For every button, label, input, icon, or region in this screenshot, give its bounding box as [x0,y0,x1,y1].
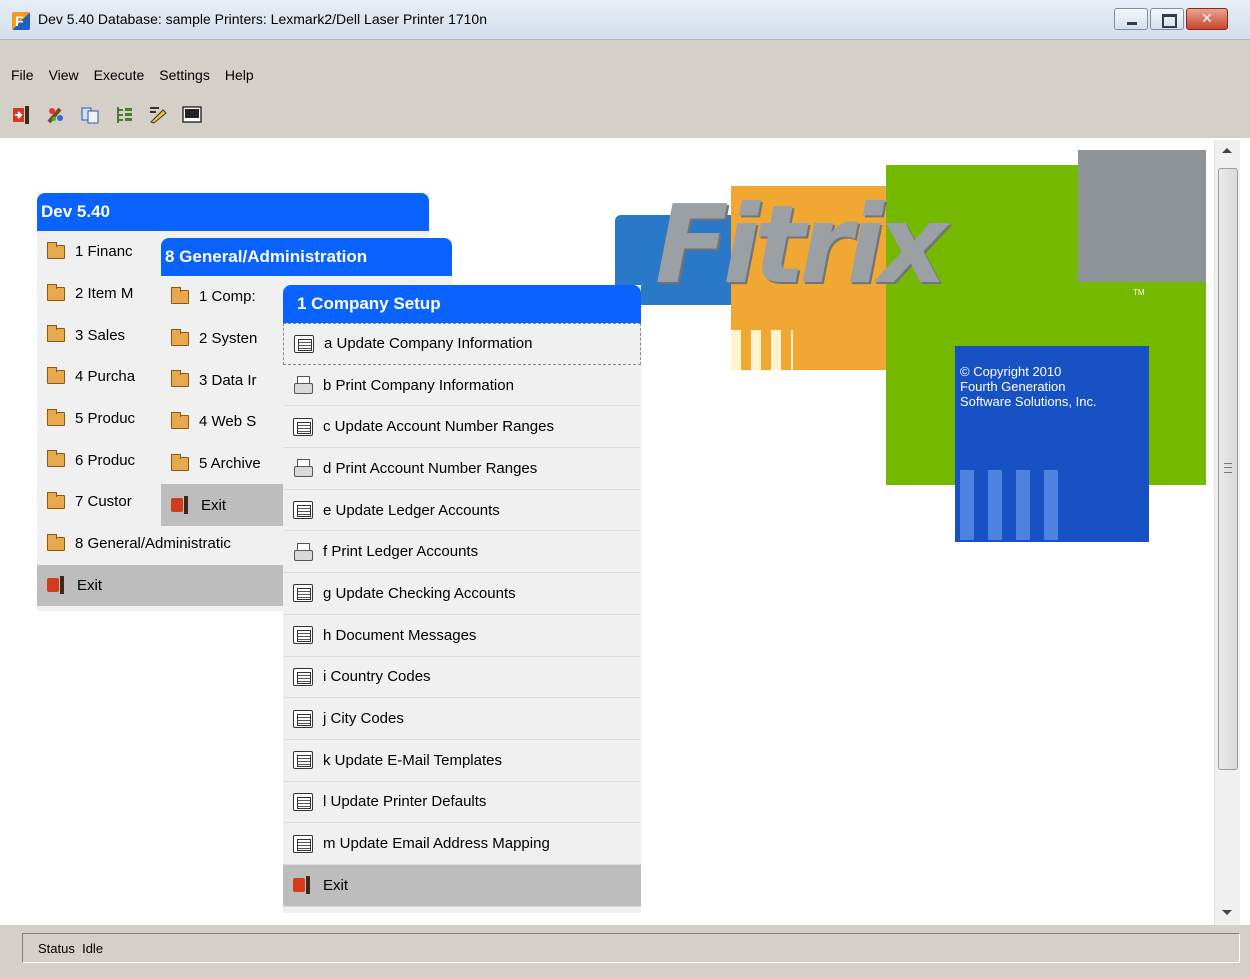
close-button[interactable] [1186,8,1228,30]
folder-icon [171,286,189,304]
logo-orange-pixels [731,330,793,370]
menu-company-setup-title: 1 Company Setup [283,285,641,323]
form-icon [294,334,314,353]
menu-toolbar-area: File View Execute Settings Help [0,40,1250,138]
scroll-up-arrow-icon[interactable] [1222,148,1232,153]
status-panel: Status Idle [22,933,1240,963]
form-icon [293,626,313,645]
menu-company-setup: 1 Company Setup a Update Company Informa… [283,285,641,913]
form-icon [293,709,313,728]
form-icon [293,792,313,811]
menu-help[interactable]: Help [224,67,255,83]
logo-trademark: TM [1133,288,1145,297]
folder-icon [47,366,65,384]
folder-icon [171,453,189,471]
menu-settings[interactable]: Settings [158,67,211,83]
status-label: Status [38,941,75,956]
logo-wordmark: Fitrix [655,183,947,308]
folder-icon [47,325,65,343]
menu-dev-title: Dev 5.40 [37,193,429,231]
window-title: Dev 5.40 Database: sample Printers: Lexm… [38,11,487,27]
grip-icon [1224,463,1232,473]
form-icon [293,667,313,686]
menu-item-country-codes[interactable]: i Country Codes [283,657,641,699]
menu-item-update-account-number-ranges[interactable]: c Update Account Number Ranges [283,406,641,449]
menu-item-print-ledger-accounts[interactable]: f Print Ledger Accounts [283,531,641,574]
exit-icon [47,575,67,595]
toolbar [12,105,202,125]
menu-item-update-ledger-accounts[interactable]: e Update Ledger Accounts [283,490,641,532]
folder-icon [171,328,189,346]
printer-icon [293,542,313,561]
app-icon: F [12,12,30,30]
menu-item-print-account-number-ranges[interactable]: d Print Account Number Ranges [283,448,641,490]
form-icon [293,417,313,436]
menu-item-update-printer-defaults[interactable]: l Update Printer Defaults [283,782,641,824]
status-value: Idle [82,941,104,956]
logo-blue-pixels [960,470,1070,540]
paint-icon[interactable] [46,105,66,125]
exit-icon [171,495,191,515]
vertical-scrollbar[interactable] [1214,140,1240,925]
window-controls [1112,8,1228,30]
status-text: Status Idle [38,941,103,956]
folder-icon [171,411,189,429]
menu-execute[interactable]: Execute [93,67,146,83]
form-icon [293,751,313,770]
folder-icon [47,283,65,301]
folder-icon [47,533,65,551]
menu-company-setup-exit[interactable]: Exit [283,864,641,907]
exit-icon[interactable] [12,105,32,125]
title-bar: F Dev 5.40 Database: sample Printers: Le… [0,0,1250,40]
menu-item-update-company-information[interactable]: a Update Company Information [283,323,641,365]
form-icon [293,584,313,603]
folder-icon [47,491,65,509]
minimize-button[interactable] [1114,8,1148,30]
console-icon[interactable] [182,105,202,125]
menu-item-update-checking-accounts[interactable]: g Update Checking Accounts [283,573,641,615]
folder-icon [47,408,65,426]
maximize-button[interactable] [1150,8,1184,30]
windows-icon[interactable] [80,105,100,125]
folder-icon [171,370,189,388]
status-bar: Status Idle [0,925,1250,977]
edit-icon[interactable] [148,105,168,125]
printer-icon [293,376,313,395]
scroll-down-arrow-icon[interactable] [1222,910,1232,915]
printer-icon [293,459,313,478]
menu-bar: File View Execute Settings Help [10,67,255,83]
copyright-text: © Copyright 2010 Fourth Generation Softw… [960,364,1097,409]
menu-item-update-email-address-mapping[interactable]: m Update Email Address Mapping [283,823,641,865]
menu-view[interactable]: View [48,67,80,83]
menu-item-city-codes[interactable]: j City Codes [283,698,641,740]
menu-general-admin-title: 8 General/Administration [161,238,452,276]
form-icon [293,834,313,853]
scroll-thumb[interactable] [1218,168,1238,770]
form-icon [293,501,313,520]
logo-gray-square [1078,150,1206,282]
menu-item-document-messages[interactable]: h Document Messages [283,615,641,657]
exit-icon [293,875,313,895]
menu-item-print-company-information[interactable]: b Print Company Information [283,365,641,407]
menu-item-update-email-templates[interactable]: k Update E-Mail Templates [283,740,641,782]
menu-file[interactable]: File [10,67,35,83]
folder-icon [47,450,65,468]
folder-icon [47,241,65,259]
tree-icon[interactable] [114,105,134,125]
